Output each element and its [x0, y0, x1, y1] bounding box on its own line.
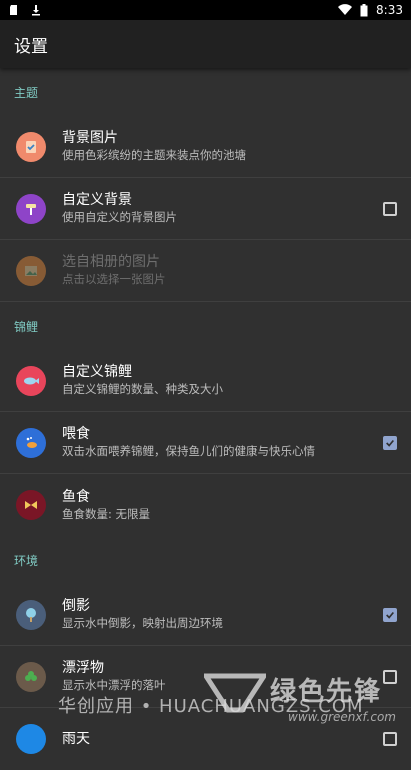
setting-item-feed[interactable]: 喂食 双击水面喂养锦鲤，保持鱼儿们的健康与快乐心情: [0, 412, 411, 474]
setting-title: 选自相册的图片: [62, 254, 160, 270]
section-header-environment: 环境: [0, 536, 411, 584]
custom-background-checkbox[interactable]: [383, 201, 397, 216]
setting-subtitle: 点击以选择一张图片: [62, 272, 166, 286]
setting-title: 背景图片: [62, 130, 118, 146]
feed-checkbox[interactable]: [383, 435, 397, 450]
wifi-icon: [338, 4, 353, 16]
rain-checkbox[interactable]: [383, 732, 397, 746]
section-label: 锦鲤: [14, 319, 39, 334]
setting-item-custom-koi[interactable]: 自定义锦鲤 自定义锦鲤的数量、种类及大小: [0, 350, 411, 412]
setting-title: 漂浮物: [62, 660, 104, 676]
download-icon: [30, 4, 42, 16]
setting-title: 自定义背景: [62, 192, 132, 208]
setting-item-rain[interactable]: 雨天: [0, 708, 411, 770]
setting-subtitle: 使用色彩缤纷的主题来装点你的池塘: [62, 148, 246, 162]
page-title: 设置: [14, 36, 48, 57]
setting-subtitle: 显示水中漂浮的落叶: [62, 678, 166, 692]
setting-title: 雨天: [62, 731, 90, 747]
floating-objects-checkbox[interactable]: [383, 669, 397, 684]
setting-subtitle: 双击水面喂养锦鲤，保持鱼儿们的健康与快乐心情: [62, 444, 315, 458]
setting-subtitle: 自定义锦鲤的数量、种类及大小: [62, 382, 223, 396]
setting-item-fish-food[interactable]: 鱼食 鱼食数量: 无限量: [0, 474, 411, 536]
section-label: 环境: [14, 553, 39, 568]
status-bar: 8:33: [0, 0, 411, 20]
fish-food-icon: [16, 490, 46, 520]
section-label: 主题: [14, 85, 39, 100]
checkmark-icon: [386, 611, 394, 619]
tree-reflection-icon: [16, 599, 46, 630]
setting-title: 自定义锦鲤: [62, 364, 132, 380]
setting-item-custom-background[interactable]: 自定义背景 使用自定义的背景图片: [0, 178, 411, 240]
image-icon: [16, 255, 46, 286]
setting-subtitle: 使用自定义的背景图片: [62, 210, 177, 224]
clock: 8:33: [376, 3, 403, 17]
setting-subtitle: 显示水中倒影，映射出周边环境: [62, 616, 223, 630]
setting-item-floating-objects[interactable]: 漂浮物 显示水中漂浮的落叶: [0, 646, 411, 708]
setting-item-background-image[interactable]: 背景图片 使用色彩缤纷的主题来装点你的池塘: [0, 116, 411, 178]
checkmark-icon: [386, 439, 394, 447]
rain-icon: [16, 724, 46, 754]
section-header-theme: 主题: [0, 68, 411, 116]
paint-brush-icon: [16, 193, 46, 224]
battery-icon: [360, 3, 368, 17]
fish-icon: [16, 365, 46, 396]
setting-subtitle: 鱼食数量: 无限量: [62, 506, 151, 521]
setting-item-reflection[interactable]: 倒影 显示水中倒影，映射出周边环境: [0, 584, 411, 646]
setting-item-pick-from-album[interactable]: 选自相册的图片 点击以选择一张图片: [0, 240, 411, 302]
leaf-icon: [16, 661, 46, 692]
feeding-fish-icon: [16, 427, 46, 458]
setting-title: 鱼食: [62, 488, 90, 505]
palette-icon: [16, 131, 46, 162]
reflection-checkbox[interactable]: [383, 607, 397, 622]
section-header-koi: 锦鲤: [0, 302, 411, 350]
setting-title: 倒影: [62, 598, 90, 614]
setting-title: 喂食: [62, 426, 90, 442]
app-bar: 设置: [0, 20, 411, 68]
sd-card-icon: [8, 4, 20, 16]
